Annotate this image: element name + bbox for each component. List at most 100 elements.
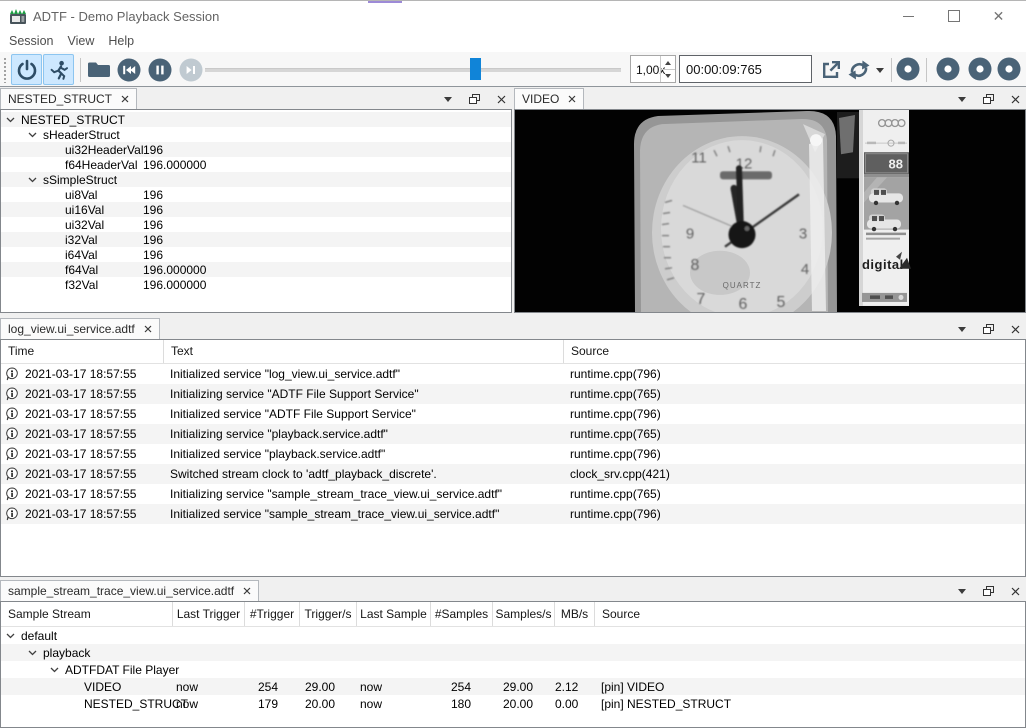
panel-menu-button[interactable] bbox=[958, 327, 966, 332]
screen-artifact bbox=[368, 1, 402, 3]
minimize-button[interactable] bbox=[886, 1, 931, 31]
tree-row[interactable]: sHeaderStruct bbox=[1, 127, 511, 142]
close-button[interactable]: ✕ bbox=[976, 1, 1021, 31]
column-header[interactable]: Trigger/s bbox=[300, 602, 357, 626]
column-header-text[interactable]: Text bbox=[164, 340, 564, 363]
tab-log-view[interactable]: log_view.ui_service.adtf bbox=[0, 318, 160, 339]
expand-arrow-icon[interactable] bbox=[28, 130, 37, 139]
menu-help[interactable]: Help bbox=[101, 30, 141, 52]
column-header[interactable]: Source bbox=[595, 602, 1025, 626]
float-window-button[interactable] bbox=[469, 94, 480, 104]
log-source: runtime.cpp(796) bbox=[564, 447, 1025, 461]
marker-button[interactable] bbox=[996, 56, 1022, 82]
panel-close-button[interactable] bbox=[497, 95, 506, 104]
tab-close-button[interactable] bbox=[568, 95, 576, 103]
tree-row[interactable]: ui32HeaderVal 196 bbox=[1, 142, 511, 157]
expand-arrow-icon[interactable] bbox=[28, 648, 37, 657]
panel-menu-button[interactable] bbox=[444, 97, 452, 102]
float-window-button[interactable] bbox=[983, 586, 994, 596]
log-text: Initialized service "log_view.ui_service… bbox=[164, 367, 564, 381]
panel-close-button[interactable] bbox=[1011, 95, 1020, 104]
skip-to-end-button[interactable] bbox=[175, 54, 206, 85]
toolbar-drag-handle[interactable] bbox=[3, 57, 8, 83]
tree-row[interactable]: f64HeaderVal 196.000000 bbox=[1, 157, 511, 172]
table-row[interactable]: 2021-03-17 18:57:55 Initialized service … bbox=[1, 444, 1025, 464]
timeline-slider-track[interactable] bbox=[205, 68, 621, 72]
log-time: 2021-03-17 18:57:55 bbox=[25, 487, 136, 501]
panel-close-button[interactable] bbox=[1011, 587, 1020, 596]
menu-view[interactable]: View bbox=[60, 30, 101, 52]
info-icon bbox=[5, 407, 19, 421]
table-row[interactable]: 2021-03-17 18:57:55 Switched stream cloc… bbox=[1, 464, 1025, 484]
tree-row[interactable]: sSimpleStruct bbox=[1, 172, 511, 187]
table-row[interactable]: 2021-03-17 18:57:55 Initialized service … bbox=[1, 364, 1025, 384]
column-header[interactable]: Last Trigger bbox=[173, 602, 245, 626]
tree-row[interactable]: f64Val 196.000000 bbox=[1, 262, 511, 277]
speed-decrease-button[interactable] bbox=[661, 69, 675, 82]
log-panel: log_view.ui_service.adtf Time Text Sourc… bbox=[0, 318, 1026, 577]
timeline-slider-handle[interactable] bbox=[470, 58, 481, 80]
tree-row[interactable]: i64Val 196 bbox=[1, 247, 511, 262]
open-session-button[interactable] bbox=[83, 54, 114, 85]
speed-increase-button[interactable] bbox=[661, 56, 675, 70]
column-header[interactable]: #Trigger bbox=[245, 602, 300, 626]
tab-close-button[interactable] bbox=[144, 325, 152, 333]
column-header[interactable]: #Samples bbox=[431, 602, 493, 626]
tree-label: VIDEO bbox=[84, 680, 121, 694]
log-source: clock_srv.cpp(421) bbox=[564, 467, 1025, 481]
tab-video[interactable]: VIDEO bbox=[514, 88, 584, 109]
pause-button[interactable] bbox=[144, 54, 175, 85]
table-row[interactable]: 2021-03-17 18:57:55 Initializing service… bbox=[1, 424, 1025, 444]
column-header-time[interactable]: Time bbox=[1, 340, 164, 363]
marker-button[interactable] bbox=[935, 56, 961, 82]
column-header-source[interactable]: Source bbox=[564, 340, 1025, 363]
skip-to-start-button[interactable] bbox=[113, 54, 144, 85]
tree-row[interactable]: i32Val 196 bbox=[1, 232, 511, 247]
marker-button[interactable] bbox=[967, 56, 993, 82]
column-header[interactable]: Last Sample bbox=[357, 602, 431, 626]
column-header[interactable]: Sample Stream bbox=[1, 602, 173, 626]
marker-icon bbox=[996, 56, 1022, 82]
expand-arrow-icon[interactable] bbox=[50, 665, 59, 674]
open-external-button[interactable] bbox=[818, 57, 844, 83]
panel-menu-button[interactable] bbox=[958, 589, 966, 594]
panel-close-button[interactable] bbox=[1011, 325, 1020, 334]
tab-close-button[interactable] bbox=[121, 95, 129, 103]
marker-button[interactable] bbox=[895, 56, 921, 82]
power-button[interactable] bbox=[11, 54, 42, 85]
table-row[interactable]: 2021-03-17 18:57:55 Initializing service… bbox=[1, 484, 1025, 504]
run-button[interactable] bbox=[43, 54, 74, 85]
tree-label: i32Val bbox=[65, 233, 97, 247]
tree-row[interactable]: f32Val 196.000000 bbox=[1, 277, 511, 292]
table-row[interactable]: ADTFDAT File Player bbox=[1, 661, 1025, 678]
float-window-button[interactable] bbox=[983, 94, 994, 104]
time-field[interactable]: 00:00:09:765 bbox=[679, 55, 812, 83]
repeat-button[interactable] bbox=[846, 57, 872, 83]
table-row[interactable]: NESTED_STRUCT now 179 20.00 now 180 20.0… bbox=[1, 695, 1025, 712]
float-window-button[interactable] bbox=[983, 324, 994, 334]
expand-arrow-icon[interactable] bbox=[28, 175, 37, 184]
playback-speed-spinner[interactable]: 1,00x bbox=[630, 55, 676, 83]
table-row[interactable]: default bbox=[1, 627, 1025, 644]
column-header[interactable]: Samples/s bbox=[493, 602, 555, 626]
expand-arrow-icon[interactable] bbox=[6, 115, 15, 124]
expand-arrow-icon[interactable] bbox=[6, 631, 15, 640]
repeat-dropdown-arrow[interactable] bbox=[876, 68, 884, 73]
table-row[interactable]: 2021-03-17 18:57:55 Initialized service … bbox=[1, 504, 1025, 524]
table-row[interactable]: VIDEO now 254 29.00 now 254 29.00 2.12 [… bbox=[1, 678, 1025, 695]
tab-close-button[interactable] bbox=[243, 587, 251, 595]
maximize-button[interactable] bbox=[931, 1, 976, 31]
tree-label: default bbox=[21, 629, 57, 643]
tree-row[interactable]: ui16Val 196 bbox=[1, 202, 511, 217]
panel-menu-button[interactable] bbox=[958, 97, 966, 102]
table-row[interactable]: 2021-03-17 18:57:55 Initialized service … bbox=[1, 404, 1025, 424]
menu-session[interactable]: Session bbox=[2, 30, 60, 52]
tree-row[interactable]: ui32Val 196 bbox=[1, 217, 511, 232]
column-header[interactable]: MB/s bbox=[555, 602, 595, 626]
tab-trace-view[interactable]: sample_stream_trace_view.ui_service.adtf bbox=[0, 580, 259, 601]
table-row[interactable]: playback bbox=[1, 644, 1025, 661]
tree-row[interactable]: NESTED_STRUCT bbox=[1, 112, 511, 127]
tab-nested-struct[interactable]: NESTED_STRUCT bbox=[0, 88, 137, 109]
tree-row[interactable]: ui8Val 196 bbox=[1, 187, 511, 202]
table-row[interactable]: 2021-03-17 18:57:55 Initializing service… bbox=[1, 384, 1025, 404]
